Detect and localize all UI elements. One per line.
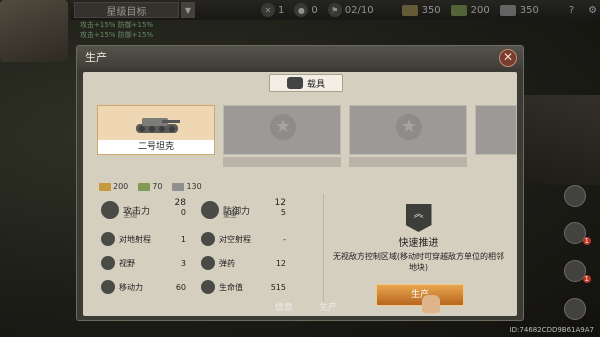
stat-label: 弹药 <box>219 258 235 268</box>
card-footer <box>223 157 341 167</box>
cost-bricks: 200 <box>99 182 128 191</box>
stat-label: 生命值 <box>219 282 243 292</box>
stat-value: 12 <box>275 258 286 268</box>
stat-value: 0 <box>180 208 186 217</box>
star-icon: ★ <box>396 114 422 140</box>
produce-button[interactable]: 生产 <box>376 284 464 306</box>
stat-label: 对空射程 <box>219 234 251 244</box>
ground-range-icon <box>101 232 115 246</box>
stat-attack: 攻击力 主炮 28 0 <box>101 198 186 220</box>
save-icon[interactable] <box>564 185 586 207</box>
close-button[interactable]: ✕ <box>499 49 517 67</box>
pointing-hand-icon <box>422 295 440 313</box>
stat-hp: 生命值 515 <box>201 280 286 294</box>
close-icon: ✕ <box>502 50 514 64</box>
stat-ground-range: 对地射程 1 <box>101 232 186 246</box>
ability-description: 无视敌方控制区域(移动时可穿越敌方单位的相邻地块) <box>332 252 505 272</box>
side-badge: 1 <box>582 275 591 283</box>
stat-value: 60 <box>175 282 186 292</box>
ability-title: 快速推进 <box>398 238 439 249</box>
stat-air-range: 对空射程 - <box>201 232 286 246</box>
info-button[interactable]: 信息 <box>262 300 306 313</box>
production-modal: 生产 ✕ 载具 二号坦克 ★ ★ 200 70 130 攻击力 主炮 28 0 … <box>76 45 524 321</box>
tab-vehicles[interactable]: 载具 <box>269 74 343 92</box>
stat-movement: 移动力 60 <box>101 280 186 294</box>
ammo-icon <box>201 256 215 270</box>
cost-value: 130 <box>186 182 202 191</box>
stat-label: 移动力 <box>119 282 143 292</box>
cost-steel: 130 <box>172 182 202 191</box>
shield-icon <box>201 201 219 219</box>
modal-body: 载具 二号坦克 ★ ★ 200 70 130 攻击力 主炮 28 0 防御力 重… <box>83 72 517 316</box>
unit-card-locked[interactable] <box>475 105 517 155</box>
star-icon: ★ <box>270 114 296 140</box>
stat-value: - <box>283 234 286 244</box>
stat-value: 1 <box>180 234 186 244</box>
stat-vision: 视野 3 <box>101 256 186 270</box>
unit-name: 二号坦克 <box>98 140 214 154</box>
cost-row: 200 70 130 <box>99 182 212 191</box>
heart-icon <box>201 280 215 294</box>
stat-value: 28 <box>174 198 186 208</box>
cost-value: 70 <box>152 182 163 191</box>
search-icon[interactable]: 1 <box>564 260 591 283</box>
stat-value: 3 <box>180 258 186 268</box>
bricks-icon <box>99 182 111 191</box>
attack-icon <box>101 201 119 219</box>
chevron-rank-icon: ︽ <box>405 204 432 232</box>
player-id: ID:74682CDD9B61A9A7 <box>509 326 594 334</box>
side-badge: 1 <box>582 237 591 245</box>
bottom-buttons: 信息 生产 <box>262 300 350 313</box>
stat-defense: 防御力 重型 12 5 <box>201 198 286 220</box>
vehicle-icon <box>286 77 303 89</box>
stats-panel: 攻击力 主炮 28 0 防御力 重型 12 5 对地射程 1 对空射程 - 视野 3 … <box>101 198 301 310</box>
medkit-icon[interactable]: 1 <box>564 222 591 245</box>
card-footer <box>349 157 467 167</box>
stat-ammo: 弹药 12 <box>201 256 286 270</box>
eye-icon <box>101 256 115 270</box>
tank-icon <box>136 118 180 133</box>
oil-icon <box>138 182 151 191</box>
boot-icon <box>101 280 115 294</box>
stat-value: 515 <box>270 282 286 292</box>
ability-panel: ︽ 快速推进 无视敌方控制区域(移动时可穿越敌方单位的相邻地块) 生产 <box>323 194 513 313</box>
cost-oil: 70 <box>138 182 162 191</box>
cost-value: 200 <box>113 182 129 191</box>
unit-card-selected[interactable]: 二号坦克 <box>97 105 215 155</box>
stat-value: 5 <box>280 208 286 217</box>
hourglass-icon[interactable] <box>564 298 586 320</box>
produce-tab-button[interactable]: 生产 <box>306 300 350 313</box>
stat-label: 对地射程 <box>119 234 151 244</box>
stat-label: 视野 <box>119 258 135 268</box>
steel-icon <box>172 182 185 191</box>
stat-sub: 重型 <box>223 211 237 219</box>
stat-value: 12 <box>274 198 286 208</box>
tab-label: 载具 <box>306 79 325 90</box>
modal-title: 生产 <box>85 51 107 64</box>
unit-card-locked[interactable]: ★ <box>223 105 341 155</box>
stat-sub: 主炮 <box>123 211 137 219</box>
modal-header: 生产 <box>77 46 523 68</box>
air-range-icon <box>201 232 215 246</box>
unit-card-locked[interactable]: ★ <box>349 105 467 155</box>
